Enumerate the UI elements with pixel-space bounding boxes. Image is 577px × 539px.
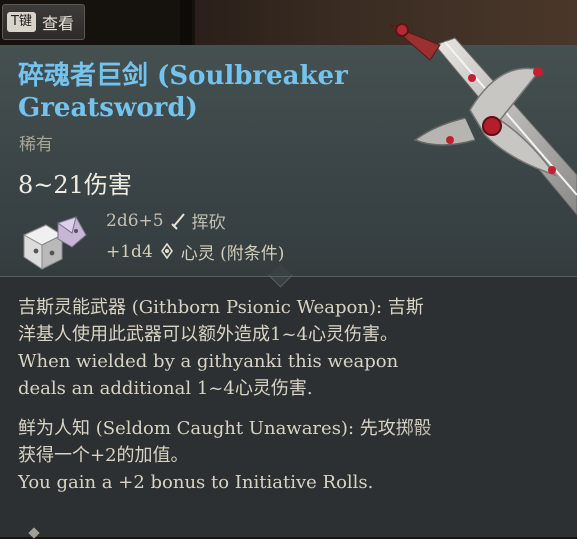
item-description: 吉斯灵能武器 (Githborn Psionic Weapon): 吉斯 洋基人…: [18, 294, 538, 496]
item-damage-range: 8~21伤害: [18, 171, 132, 199]
item-name: 碎魂者巨剑 (Soulbreaker Greatsword): [18, 61, 348, 123]
item-tooltip: 碎魂者巨剑 (Soulbreaker Greatsword) 稀有 8~21伤害…: [0, 23, 577, 539]
damage-roll-slashing: 2d6+5 挥砍: [106, 208, 226, 234]
damage-roll-psychic: +1d4 心灵 (附条件): [106, 239, 285, 265]
roll-type: 心灵 (附条件): [180, 244, 285, 264]
roll-dice: +1d4: [106, 241, 153, 262]
dice-icon: [22, 216, 87, 270]
background-divider: [180, 0, 192, 45]
keybind-badge: T键: [7, 12, 36, 32]
inspect-hint[interactable]: T键 查看: [2, 4, 85, 40]
header-divider: [0, 276, 577, 277]
roll-dice: 2d6+5: [106, 210, 164, 231]
psychic-icon: [160, 242, 173, 259]
trait-line: 获得一个+2的加值。: [18, 445, 189, 466]
roll-type: 挥砍: [191, 213, 226, 233]
trait-line: When wielded by a githyanki this weapon: [18, 351, 399, 372]
trait-line: 洋基人使用此武器可以额外造成1~4心灵伤害。: [18, 324, 398, 345]
greatsword-icon: [389, 23, 577, 216]
trait-line: deals an additional 1~4心灵伤害.: [18, 378, 313, 399]
trait-line: 鲜为人知 (Seldom Caught Unawares): 先攻掷骰: [18, 418, 432, 439]
trait-line: You gain a +2 bonus to Initiative Rolls.: [18, 472, 374, 493]
trait-line: 吉斯灵能武器 (Githborn Psionic Weapon): 吉斯: [18, 297, 424, 318]
sword-slash-icon: [170, 212, 185, 230]
inspect-label: 查看: [41, 14, 74, 33]
item-rarity: 稀有: [19, 135, 53, 155]
